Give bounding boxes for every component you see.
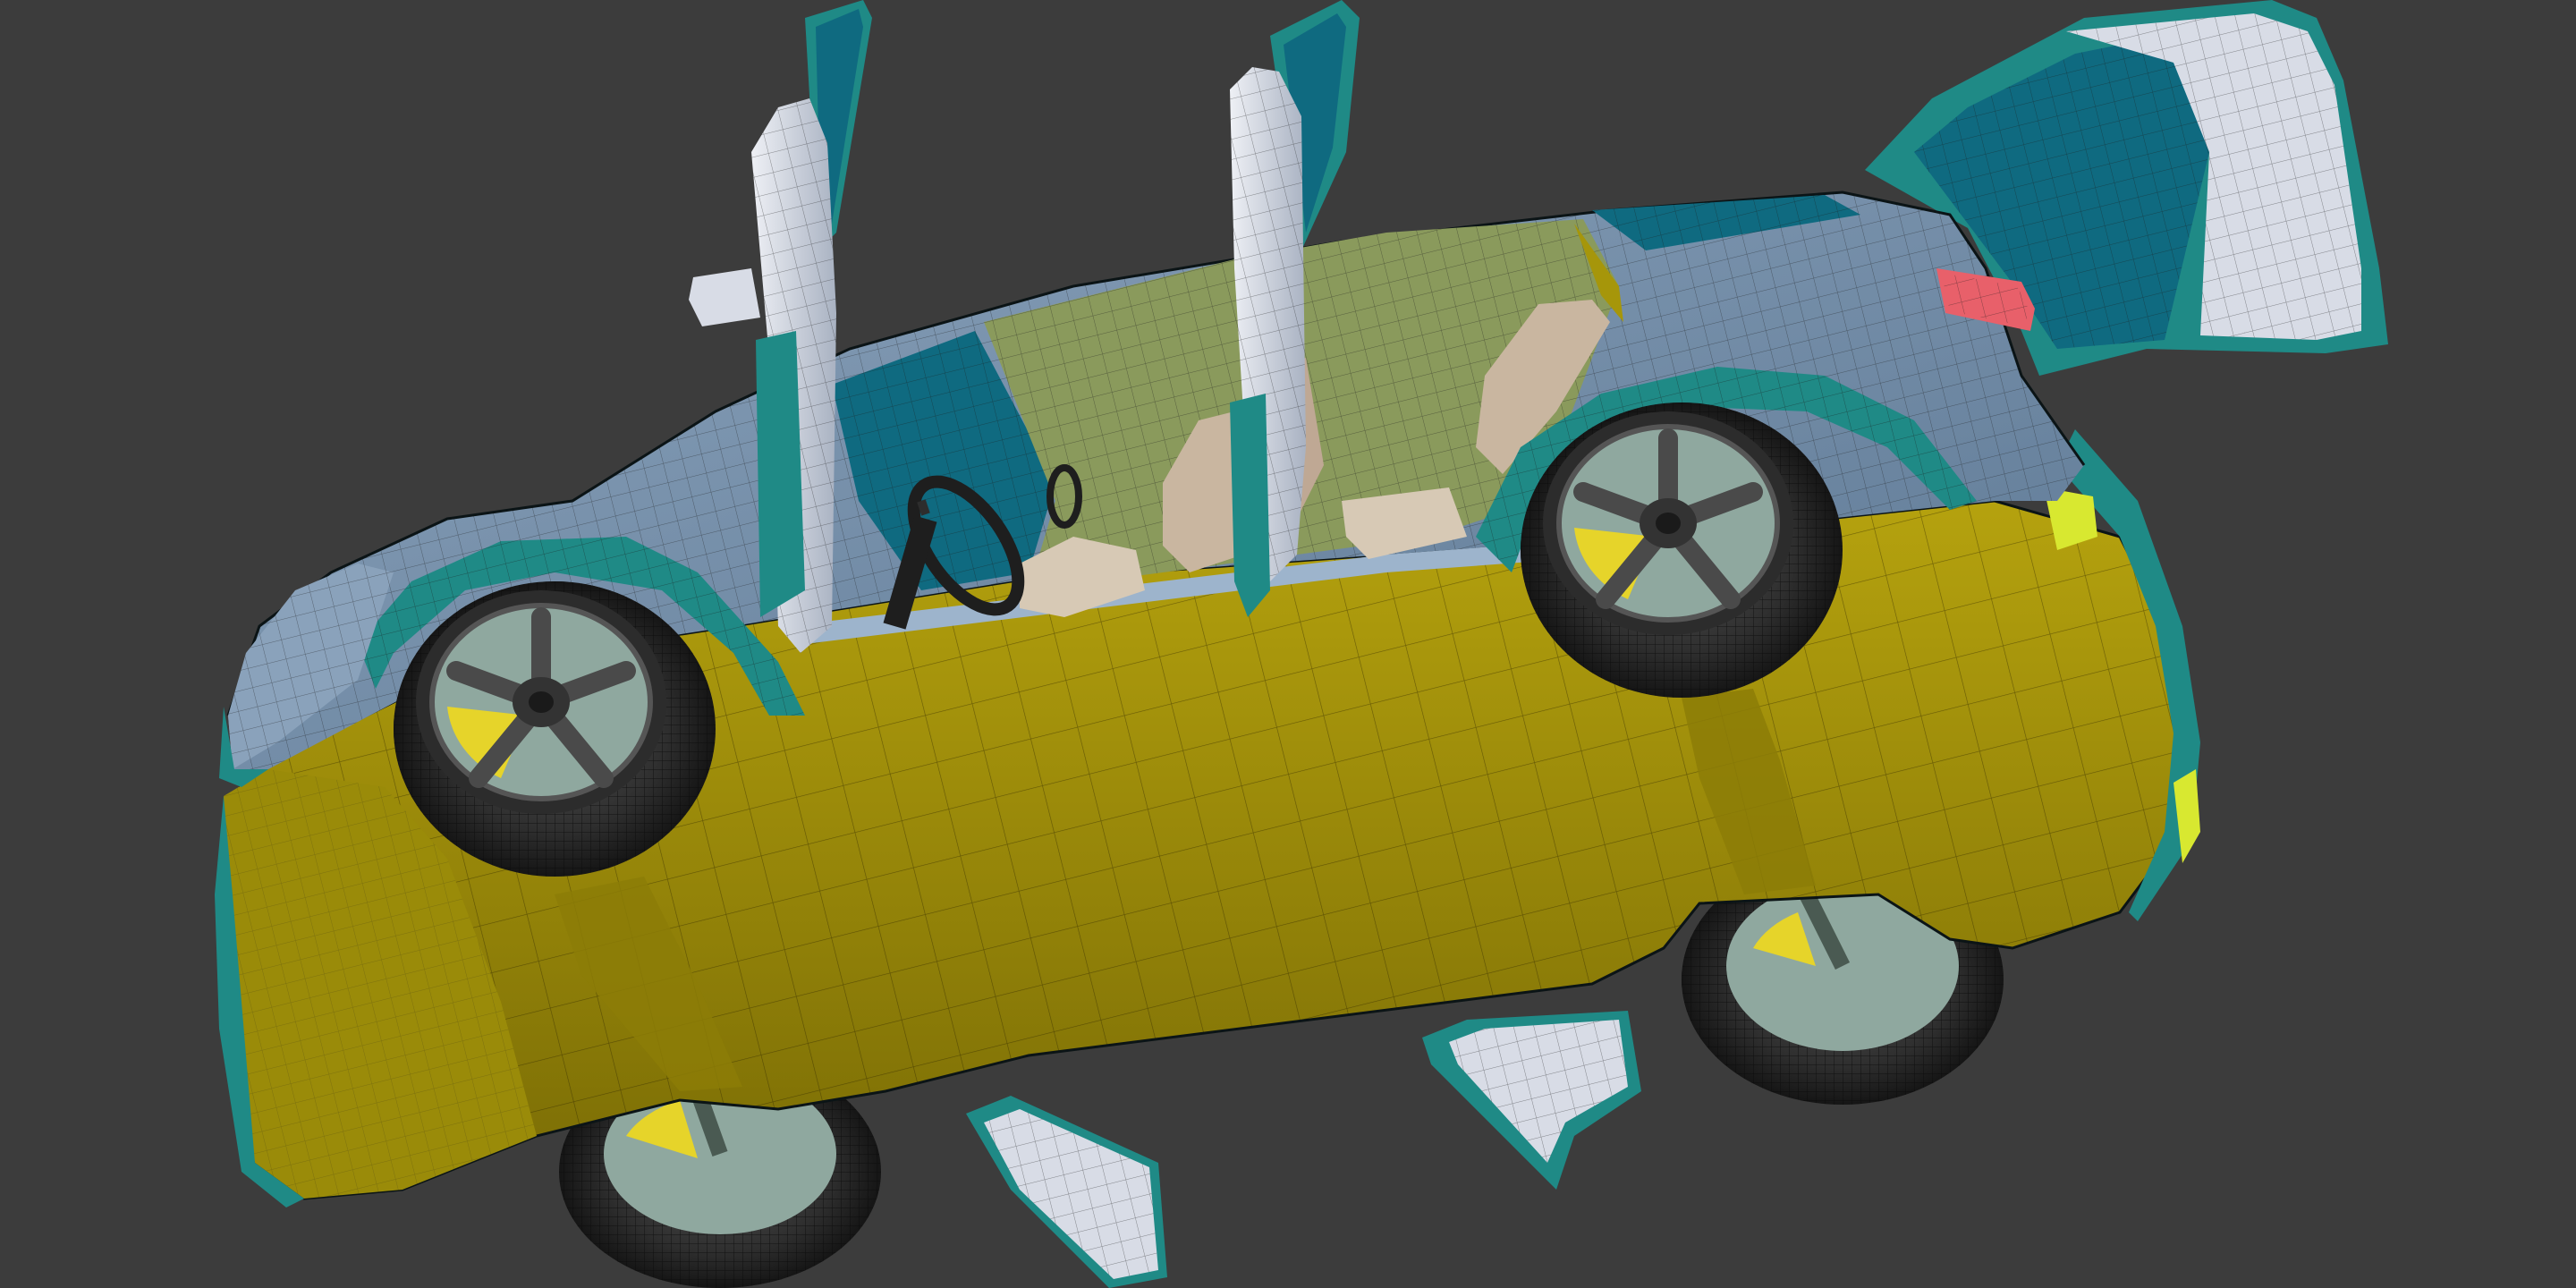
rear-left-wheel[interactable] xyxy=(1521,402,1843,698)
car-model[interactable] xyxy=(0,0,2576,1288)
front-left-wheel[interactable] xyxy=(394,581,716,877)
far-side-front-door[interactable] xyxy=(966,1096,1167,1288)
far-side-rear-door[interactable] xyxy=(1422,1011,1641,1190)
side-mirror xyxy=(689,268,760,326)
3d-viewport[interactable] xyxy=(0,0,2576,1288)
